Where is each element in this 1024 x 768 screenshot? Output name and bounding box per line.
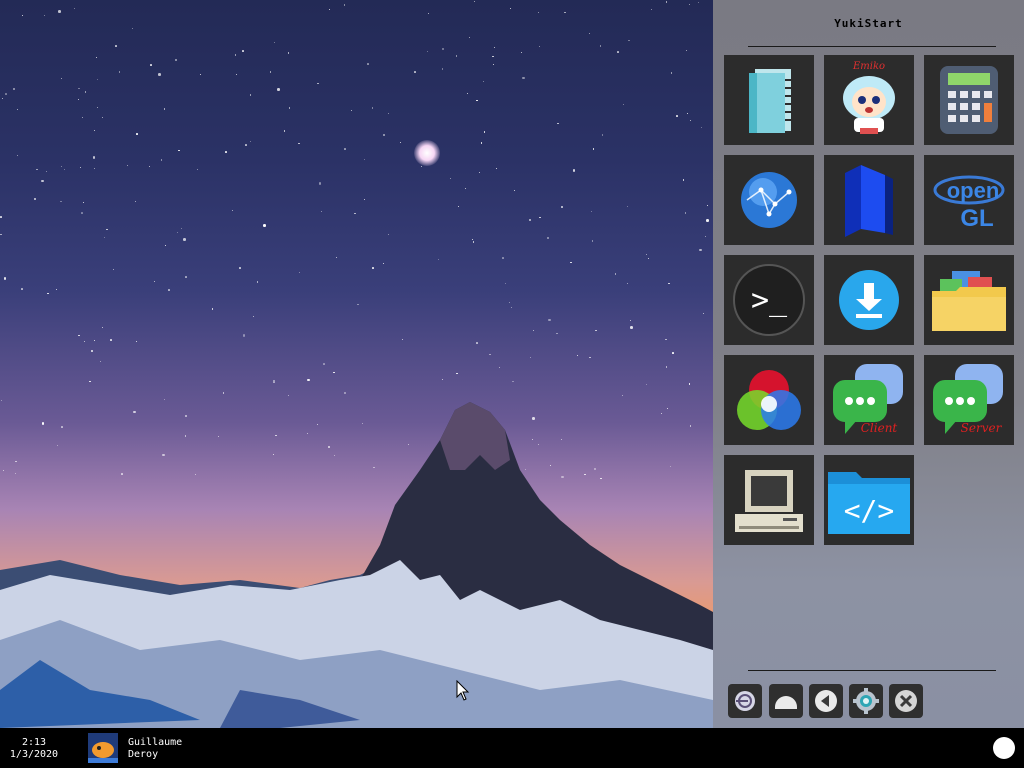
- chat-bubble-icon: Client: [833, 364, 903, 435]
- app-chat-client[interactable]: Client: [824, 355, 914, 445]
- app-color-picker[interactable]: [724, 355, 814, 445]
- app-opengl[interactable]: open GL: [924, 155, 1014, 245]
- gear-icon: [853, 688, 879, 714]
- svg-text:</>: </>: [844, 494, 895, 527]
- app-chat-server[interactable]: Server: [924, 355, 1014, 445]
- calculator-icon: [940, 66, 998, 134]
- close-icon: [895, 690, 917, 712]
- globe-icon: [741, 172, 797, 228]
- avatar[interactable]: [88, 733, 118, 763]
- half-circle-icon: [775, 696, 797, 709]
- back-button[interactable]: [809, 684, 843, 718]
- opengl-label-top: open: [947, 178, 1000, 203]
- emiko-label: Emiko: [852, 60, 886, 72]
- close-button[interactable]: [889, 684, 923, 718]
- sleep-button[interactable]: [769, 684, 803, 718]
- terminal-prompt: >_: [751, 283, 788, 318]
- app-notepad[interactable]: [724, 55, 814, 145]
- back-arrow-icon: [815, 690, 837, 712]
- blue-folder-icon: [845, 165, 893, 237]
- notebook-icon: [749, 69, 791, 133]
- app-computer[interactable]: [724, 455, 814, 545]
- retro-computer-icon: [735, 470, 803, 532]
- server-label: Server: [961, 421, 1003, 435]
- user-name[interactable]: Guillaume Deroy: [128, 737, 182, 761]
- top-divider: [748, 46, 996, 47]
- app-folder[interactable]: [924, 255, 1014, 345]
- client-label: Client: [861, 421, 898, 435]
- start-menu-panel: YukiStart Emiko open GL >_ Client Server…: [713, 0, 1024, 728]
- yellow-folder-icon: [932, 271, 1006, 331]
- opengl-label-bottom: GL: [960, 205, 993, 232]
- app-web-browser[interactable]: [724, 155, 814, 245]
- emiko-mascot-icon: [843, 75, 895, 134]
- code-folder-icon: </>: [828, 472, 910, 534]
- clock[interactable]: 2:13 1/3/2020: [6, 737, 62, 761]
- avatar-image: [88, 733, 118, 763]
- tray-circle-icon[interactable]: [993, 737, 1015, 759]
- rgb-circles-icon: [737, 370, 801, 430]
- app-code-folder[interactable]: </>: [824, 455, 914, 545]
- app-downloads[interactable]: [824, 255, 914, 345]
- bottom-divider: [748, 670, 996, 671]
- app-calculator[interactable]: [924, 55, 1014, 145]
- app-file-manager[interactable]: [824, 155, 914, 245]
- logout-button[interactable]: [728, 684, 762, 718]
- opengl-logo-icon: open GL: [933, 175, 1005, 232]
- start-menu-title: YukiStart: [834, 17, 903, 30]
- chat-bubble-icon: Server: [933, 364, 1003, 435]
- settings-button[interactable]: [849, 684, 883, 718]
- mouse-cursor-icon: [456, 680, 470, 701]
- user-last-name: Deroy: [128, 749, 159, 760]
- download-icon: [839, 270, 899, 330]
- clock-time: 2:13: [21, 737, 47, 748]
- clock-date: 1/3/2020: [9, 749, 59, 760]
- app-terminal[interactable]: >_: [724, 255, 814, 345]
- terminal-icon: >_: [733, 264, 805, 336]
- logout-icon: [735, 691, 755, 711]
- app-emiko[interactable]: Emiko: [824, 55, 914, 145]
- user-first-name: Guillaume: [128, 737, 183, 748]
